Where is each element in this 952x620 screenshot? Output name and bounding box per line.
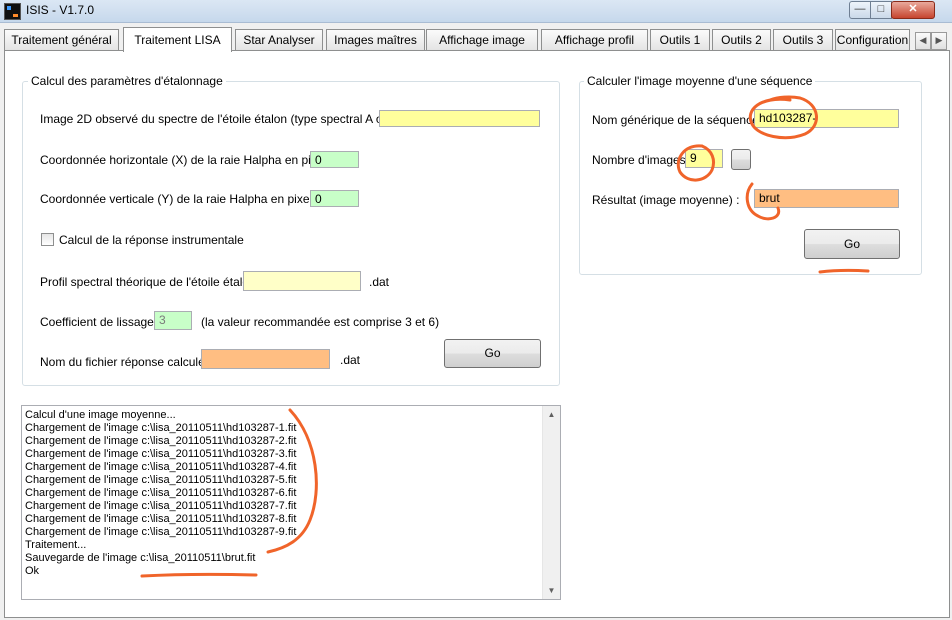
log-lines: Calcul d'une image moyenne... Chargement… — [25, 409, 296, 578]
log-line: Chargement de l'image c:\lisa_20110511\h… — [25, 448, 297, 460]
image-count-browse-button[interactable] — [731, 149, 751, 170]
image-count-label: Nombre d'images : — [592, 153, 693, 167]
calibration-group-title: Calcul des paramètres d'étalonnage — [28, 74, 226, 88]
response-file-input[interactable] — [201, 349, 330, 369]
log-line: Traitement... — [25, 539, 87, 551]
y-coordinate-label: Coordonnée verticale (Y) de la raie Halp… — [40, 192, 325, 206]
average-group-title: Calculer l'image moyenne d'une séquence — [584, 74, 816, 88]
tab-configuration[interactable]: Configuration — [835, 29, 910, 50]
response-checkbox-label: Calcul de la réponse instrumentale — [59, 233, 244, 247]
isis-app-icon — [4, 3, 21, 20]
tab-scroll-right-icon[interactable]: ▶ — [931, 32, 947, 50]
smoothing-label: Coefficient de lissage : — [40, 315, 161, 329]
log-line: Chargement de l'image c:\lisa_20110511\h… — [25, 422, 297, 434]
close-button[interactable]: ✕ — [891, 1, 935, 19]
x-coordinate-label: Coordonnée horizontale (X) de la raie Ha… — [40, 153, 339, 167]
title-bar: ISIS - V1.7.0 — □ ✕ — [0, 0, 952, 23]
window-title: ISIS - V1.7.0 — [26, 3, 95, 17]
tab-star-analyser[interactable]: Star Analyser — [235, 29, 323, 50]
profile-extension: .dat — [369, 275, 390, 289]
result-label: Résultat (image moyenne) : — [592, 193, 740, 207]
profile-input[interactable] — [243, 271, 361, 291]
image-count-input[interactable]: 9 — [685, 149, 723, 168]
tab-outils-2[interactable]: Outils 2 — [712, 29, 771, 50]
log-line: Chargement de l'image c:\lisa_20110511\h… — [25, 487, 297, 499]
log-line: Chargement de l'image c:\lisa_20110511\h… — [25, 526, 297, 538]
log-line: Calcul d'une image moyenne... — [25, 409, 176, 421]
response-file-extension: .dat — [340, 353, 361, 367]
response-checkbox[interactable] — [41, 233, 54, 246]
minimize-button[interactable]: — — [849, 1, 871, 19]
log-output[interactable]: Calcul d'une image moyenne... Chargement… — [21, 405, 561, 600]
tab-outils-3[interactable]: Outils 3 — [773, 29, 833, 50]
generic-name-label: Nom générique de la séquence : — [592, 113, 766, 127]
log-line: Chargement de l'image c:\lisa_20110511\h… — [25, 435, 297, 447]
smoothing-input[interactable]: 3 — [154, 311, 192, 330]
log-line: Ok — [25, 565, 40, 577]
tab-scroll-left-icon[interactable]: ◀ — [915, 32, 931, 50]
tab-affichage-image[interactable]: Affichage image — [426, 29, 538, 50]
tab-traitement-general[interactable]: Traitement général — [4, 29, 119, 50]
smoothing-hint: (la valeur recommandée est comprise 3 et… — [201, 315, 440, 329]
log-line: Sauvegarde de l'image c:\lisa_20110511\b… — [25, 552, 256, 564]
log-line: Chargement de l'image c:\lisa_20110511\h… — [25, 461, 297, 473]
average-go-button[interactable]: Go — [804, 229, 900, 259]
tab-traitement-lisa[interactable]: Traitement LISA — [123, 27, 232, 52]
generic-name-input[interactable]: hd103287- — [754, 109, 899, 128]
x-coordinate-input[interactable]: 0 — [310, 151, 359, 168]
calibration-go-button[interactable]: Go — [444, 339, 541, 368]
scroll-up-icon[interactable]: ▲ — [543, 406, 560, 423]
result-input[interactable]: brut — [754, 189, 899, 208]
scroll-down-icon[interactable]: ▼ — [543, 582, 560, 599]
response-file-label: Nom du fichier réponse calculé : — [40, 355, 212, 369]
y-coordinate-input[interactable]: 0 — [310, 190, 359, 207]
maximize-button[interactable]: □ — [870, 1, 892, 19]
log-line: Chargement de l'image c:\lisa_20110511\h… — [25, 500, 297, 512]
tab-affichage-profil[interactable]: Affichage profil — [541, 29, 648, 50]
image2d-label: Image 2D observé du spectre de l'étoile … — [40, 112, 412, 126]
tab-images-maitres[interactable]: Images maîtres — [326, 29, 425, 50]
image2d-input[interactable] — [379, 110, 540, 127]
tab-outils-1[interactable]: Outils 1 — [650, 29, 710, 50]
log-scrollbar[interactable]: ▲ ▼ — [542, 406, 560, 599]
profile-label: Profil spectral théorique de l'étoile ét… — [40, 275, 263, 289]
log-line: Chargement de l'image c:\lisa_20110511\h… — [25, 513, 297, 525]
log-line: Chargement de l'image c:\lisa_20110511\h… — [25, 474, 297, 486]
